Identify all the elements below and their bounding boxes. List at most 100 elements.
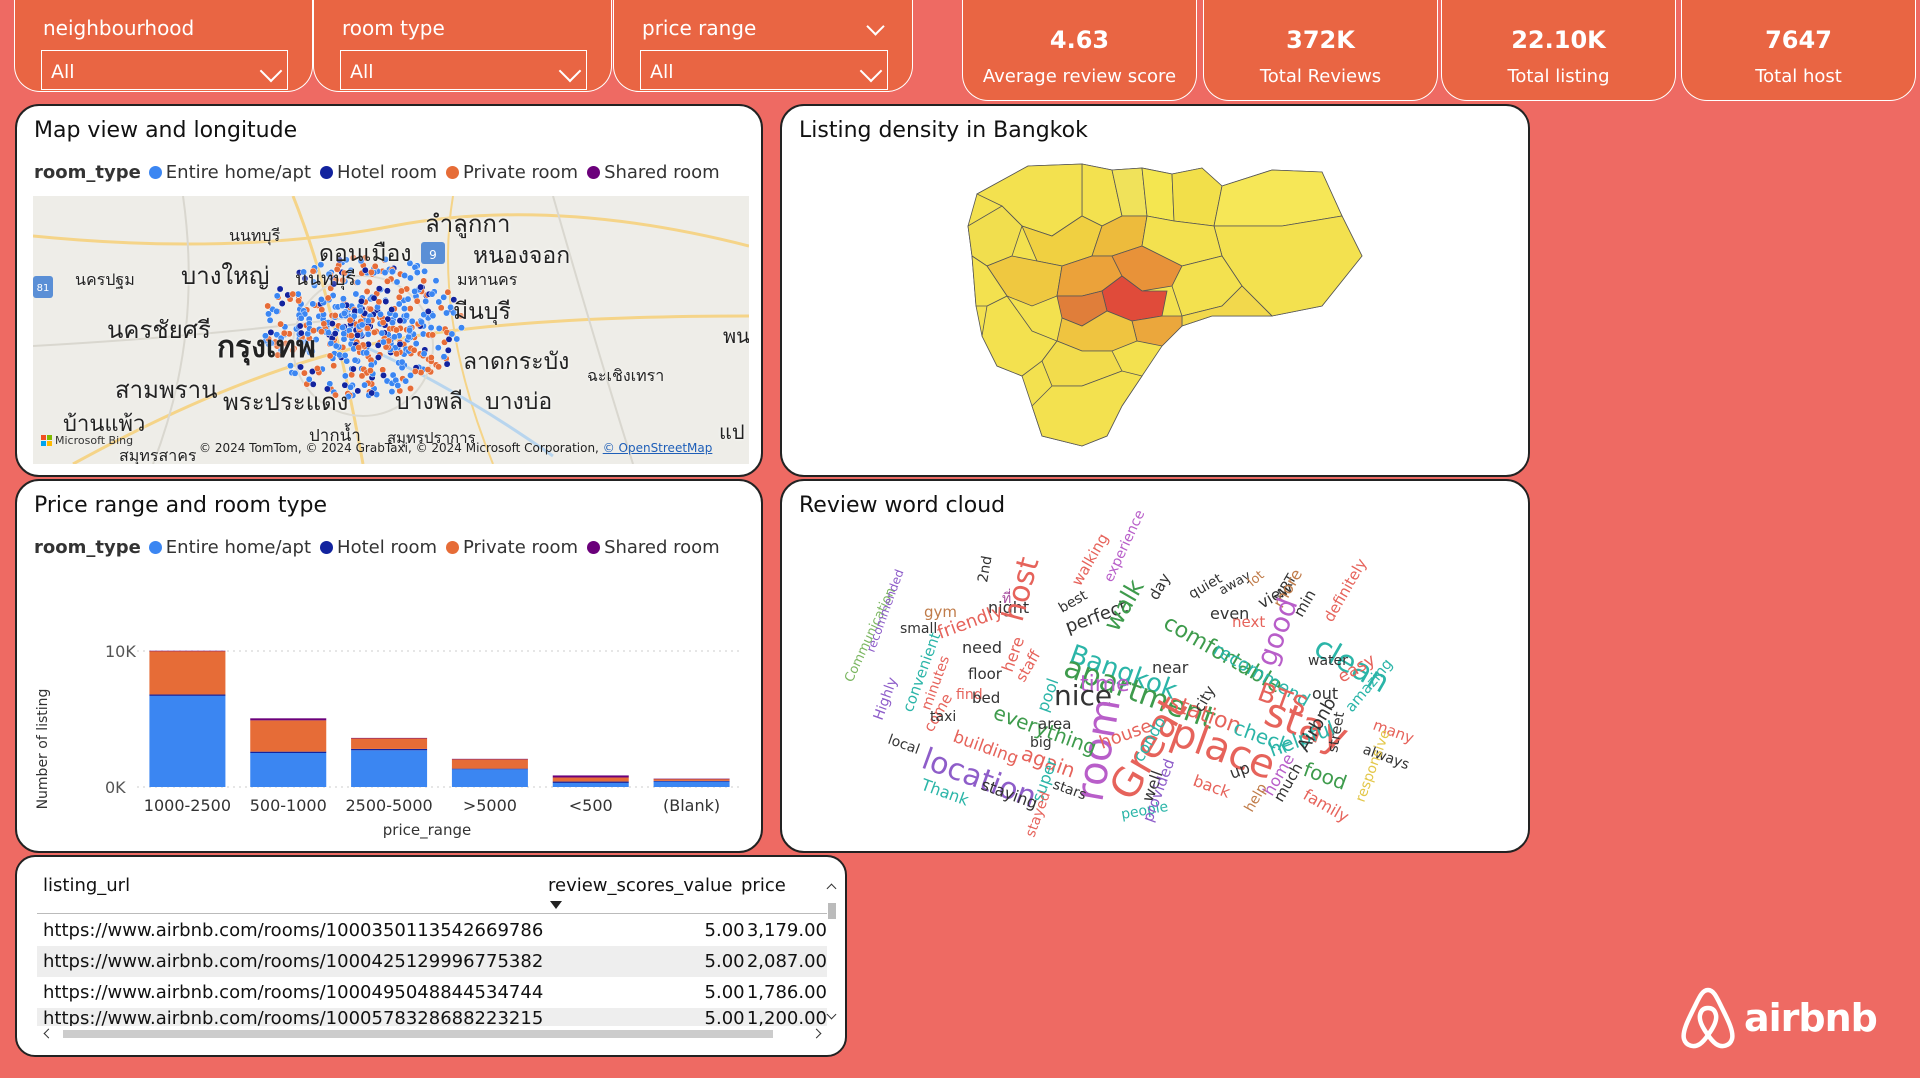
listing-point[interactable] bbox=[348, 371, 356, 379]
bar-segment[interactable] bbox=[149, 651, 226, 695]
listing-point[interactable] bbox=[406, 274, 414, 282]
listing-point[interactable] bbox=[366, 367, 374, 375]
listing-point[interactable] bbox=[364, 330, 372, 338]
listing-point[interactable] bbox=[340, 309, 348, 317]
listing-point[interactable] bbox=[309, 300, 317, 308]
bar-segment[interactable] bbox=[653, 781, 730, 787]
listing-point[interactable] bbox=[404, 295, 412, 303]
listing-point[interactable] bbox=[396, 317, 404, 325]
listing-point[interactable] bbox=[398, 287, 405, 295]
listing-point[interactable] bbox=[361, 381, 369, 389]
listing-point[interactable] bbox=[354, 387, 362, 395]
collapse-chevron-icon[interactable] bbox=[866, 17, 885, 36]
word-cloud-word[interactable]: day bbox=[1145, 570, 1174, 603]
sort-descending-icon[interactable] bbox=[550, 901, 562, 909]
listing-point[interactable] bbox=[393, 278, 401, 286]
listing-point[interactable] bbox=[291, 369, 299, 377]
word-cloud-word[interactable]: need bbox=[962, 638, 1002, 657]
listing-point[interactable] bbox=[427, 324, 435, 332]
listing-point[interactable] bbox=[341, 372, 349, 380]
bar-segment[interactable] bbox=[149, 650, 226, 652]
listing-point[interactable] bbox=[278, 300, 286, 307]
listing-point[interactable] bbox=[324, 294, 332, 302]
listing-point[interactable] bbox=[408, 317, 416, 325]
scroll-thumb[interactable] bbox=[63, 1030, 773, 1038]
listing-point[interactable] bbox=[411, 367, 419, 375]
column-header-price[interactable]: price bbox=[741, 875, 786, 896]
listing-point[interactable] bbox=[379, 338, 387, 346]
listing-point[interactable] bbox=[453, 335, 461, 343]
bar-segment[interactable] bbox=[351, 748, 428, 751]
listing-point[interactable] bbox=[374, 353, 382, 361]
listing-point[interactable] bbox=[383, 277, 391, 285]
listing-point[interactable] bbox=[368, 389, 376, 397]
bar-segment[interactable] bbox=[552, 775, 629, 778]
scroll-left-icon[interactable] bbox=[43, 1028, 54, 1039]
listing-point[interactable] bbox=[411, 287, 419, 295]
bar-segment[interactable] bbox=[451, 758, 528, 760]
listing-point[interactable] bbox=[420, 277, 428, 285]
listing-point[interactable] bbox=[318, 306, 326, 314]
listing-point[interactable] bbox=[379, 366, 387, 374]
word-cloud-word[interactable]: experience bbox=[1101, 508, 1148, 585]
listing-point[interactable] bbox=[413, 269, 421, 276]
table-row[interactable]: https://www.airbnb.com/rooms/10004251299… bbox=[37, 946, 827, 977]
bar-segment[interactable] bbox=[250, 718, 327, 721]
listing-point[interactable] bbox=[429, 312, 437, 320]
legend-item[interactable]: Entire home/apt bbox=[148, 162, 311, 183]
bar-segment[interactable] bbox=[552, 782, 629, 787]
bar-segment[interactable] bbox=[250, 753, 327, 787]
listing-point[interactable] bbox=[363, 349, 371, 357]
bar-segment[interactable] bbox=[351, 738, 428, 749]
listing-point[interactable] bbox=[440, 293, 448, 301]
word-cloud-word[interactable]: area bbox=[1038, 715, 1071, 733]
listing-point[interactable] bbox=[375, 285, 383, 293]
osm-link[interactable]: © OpenStreetMap bbox=[603, 441, 713, 455]
bar-segment[interactable] bbox=[451, 769, 528, 787]
listing-point[interactable] bbox=[383, 287, 391, 295]
listing-point[interactable] bbox=[273, 292, 281, 300]
scroll-right-icon[interactable] bbox=[811, 1028, 822, 1039]
listing-point[interactable] bbox=[427, 354, 435, 362]
listing-point[interactable] bbox=[405, 333, 413, 341]
bar-segment[interactable] bbox=[552, 777, 629, 782]
listing-point[interactable] bbox=[328, 320, 336, 328]
cell-listing-url[interactable]: https://www.airbnb.com/rooms/10005783286… bbox=[37, 1008, 551, 1026]
listing-point[interactable] bbox=[339, 324, 347, 331]
legend-item[interactable]: Shared room bbox=[587, 162, 720, 183]
bar-segment[interactable] bbox=[149, 695, 226, 787]
cell-listing-url[interactable]: https://www.airbnb.com/rooms/10003501135… bbox=[37, 920, 551, 941]
cell-listing-url[interactable]: https://www.airbnb.com/rooms/10004251299… bbox=[37, 951, 551, 972]
listing-point[interactable] bbox=[370, 294, 378, 302]
word-cloud-word[interactable]: good bbox=[1250, 594, 1305, 671]
listing-point[interactable] bbox=[364, 317, 372, 325]
bar-segment[interactable] bbox=[451, 768, 528, 770]
scroll-thumb[interactable] bbox=[828, 903, 836, 919]
listing-point[interactable] bbox=[354, 331, 361, 339]
word-cloud-word[interactable]: recommended bbox=[864, 567, 907, 654]
listing-point[interactable] bbox=[343, 357, 351, 365]
listing-point[interactable] bbox=[331, 330, 339, 338]
scroll-down-icon[interactable] bbox=[826, 1009, 837, 1020]
listing-point[interactable] bbox=[395, 300, 403, 308]
listing-point[interactable] bbox=[266, 316, 274, 324]
word-cloud-word[interactable]: local bbox=[886, 732, 922, 758]
listing-point[interactable] bbox=[395, 293, 403, 301]
stacked-bar-chart[interactable]: 0K 10K Number of listing 1000-2500 500-1000 2… bbox=[17, 481, 763, 853]
listing-point[interactable] bbox=[297, 314, 305, 322]
bar-segment[interactable] bbox=[149, 694, 226, 696]
bar-segment[interactable] bbox=[250, 720, 327, 752]
listing-point[interactable] bbox=[403, 312, 411, 319]
price-range-dropdown[interactable]: All bbox=[640, 50, 888, 90]
listing-point[interactable] bbox=[400, 305, 408, 313]
listing-point[interactable] bbox=[349, 365, 357, 373]
room-type-dropdown[interactable]: All bbox=[340, 50, 587, 90]
legend-item[interactable]: Private room bbox=[446, 162, 578, 183]
bar-segment[interactable] bbox=[552, 781, 629, 783]
bangkok-choropleth-map[interactable] bbox=[782, 106, 1530, 477]
cell-listing-url[interactable]: https://www.airbnb.com/rooms/10004950488… bbox=[37, 982, 551, 1003]
listing-point[interactable] bbox=[332, 342, 340, 350]
listing-point[interactable] bbox=[330, 362, 338, 370]
listing-point[interactable] bbox=[379, 319, 387, 326]
column-header-listing-url[interactable]: listing_url bbox=[43, 875, 130, 896]
